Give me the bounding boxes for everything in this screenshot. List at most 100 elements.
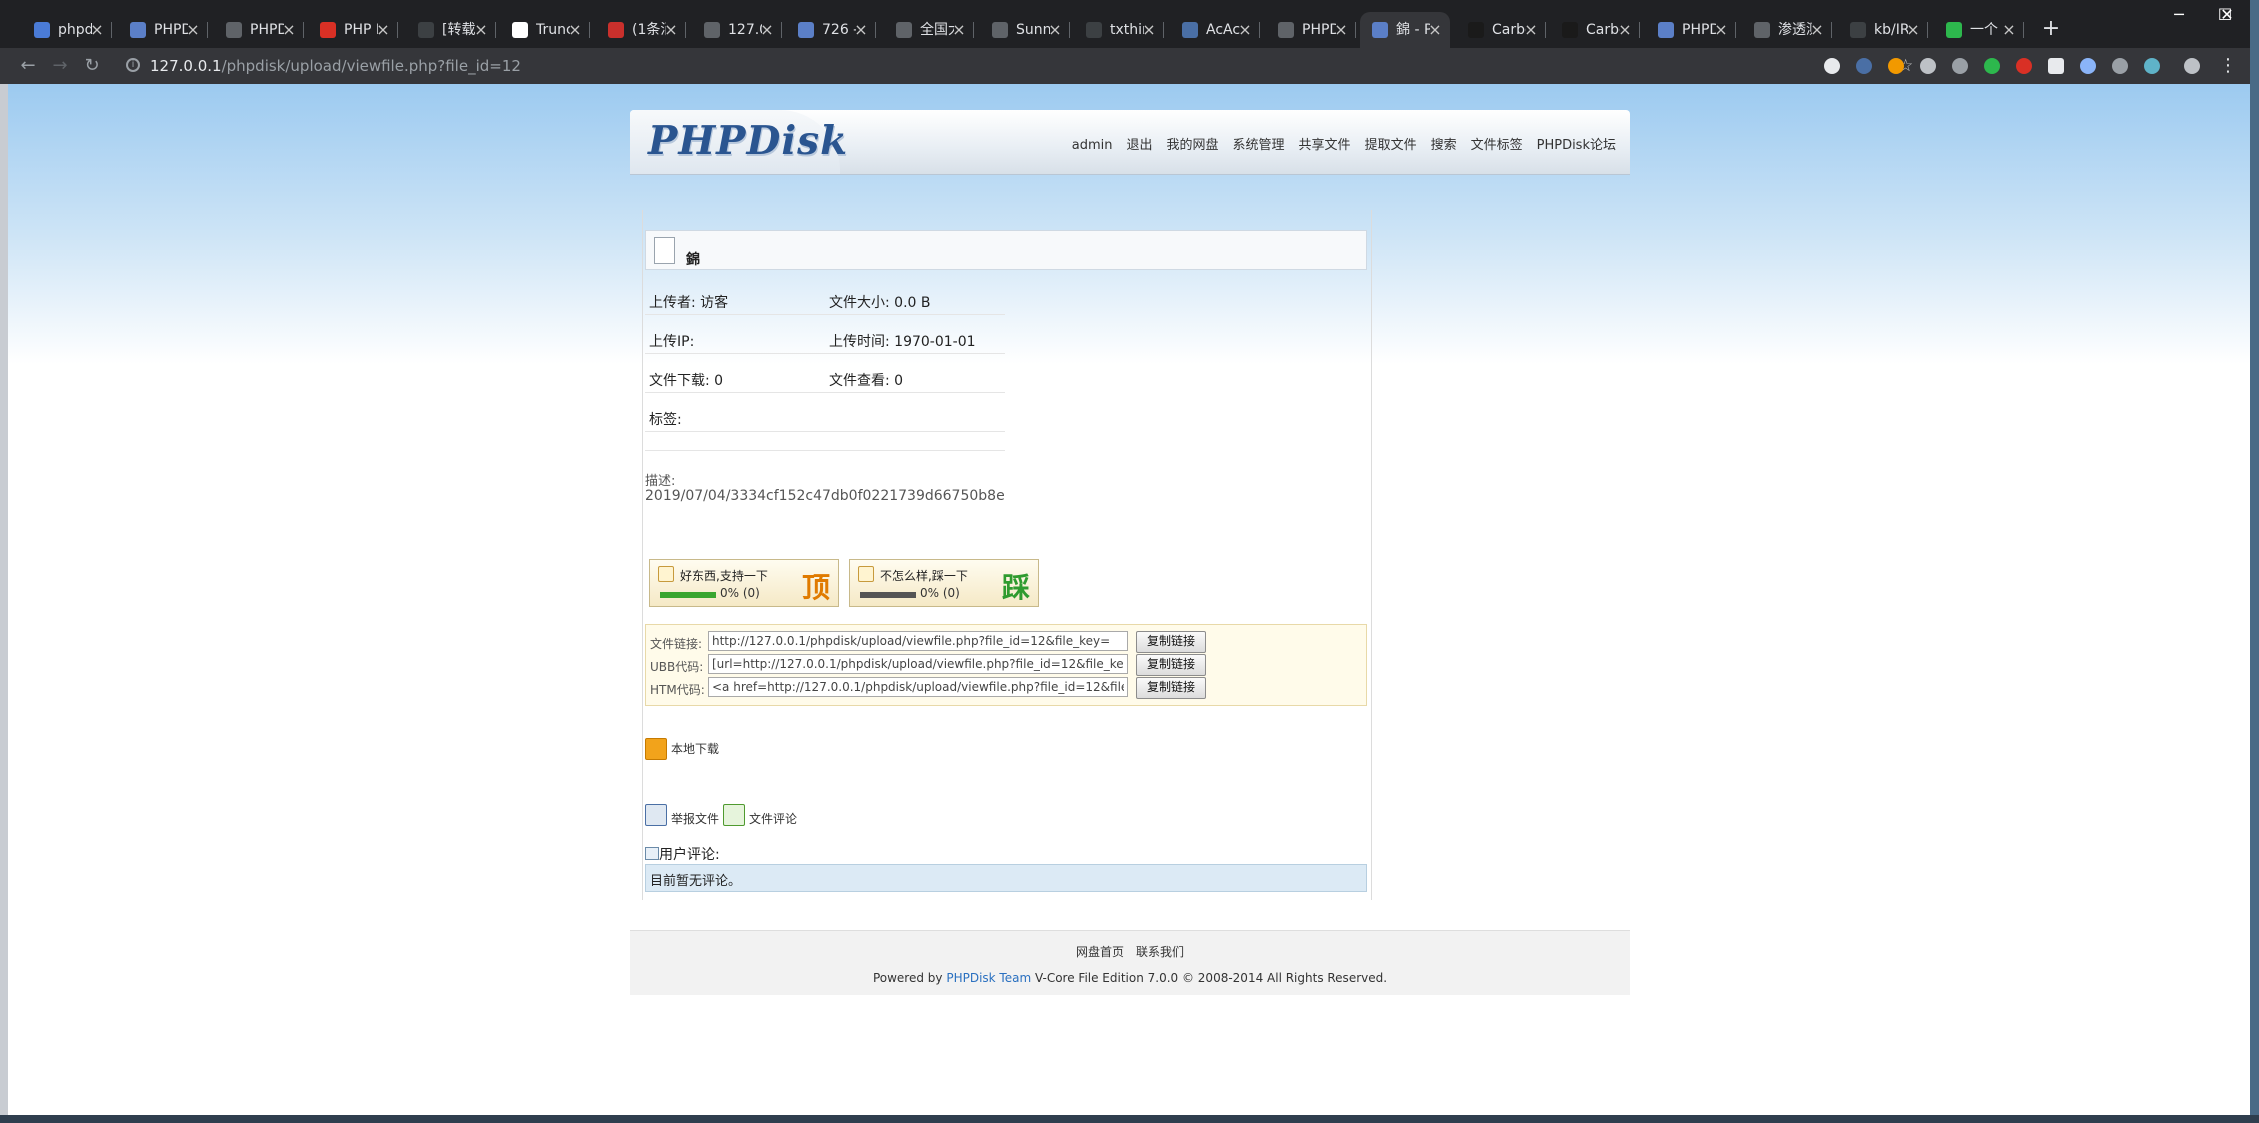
extension-icon[interactable] xyxy=(2080,58,2096,74)
description-label: 描述: xyxy=(645,474,676,489)
tab-separator xyxy=(1927,22,1928,38)
nav-extract-file[interactable]: 提取文件 xyxy=(1365,138,1417,153)
tab[interactable]: Carbo× xyxy=(1550,12,1640,48)
tab-close-icon[interactable]: × xyxy=(474,12,488,48)
tab[interactable]: 726 - × xyxy=(786,12,876,48)
tab[interactable]: PHPDisk× xyxy=(1266,12,1356,48)
tab-close-icon[interactable]: × xyxy=(186,12,200,48)
extension-icon[interactable] xyxy=(2016,58,2032,74)
tab[interactable]: AcAc × xyxy=(1170,12,1260,48)
nav-search[interactable]: 搜索 xyxy=(1431,138,1457,153)
tab-close-icon[interactable]: × xyxy=(568,12,582,48)
tab-close-icon[interactable]: × xyxy=(664,12,678,48)
phpdisk-team-link[interactable]: PHPDisk Team xyxy=(946,971,1031,985)
browser-toolbar: ← → ↻ i 127.0.0.1/phpdisk/upload/viewfil… xyxy=(0,48,2250,84)
nav-my-disk[interactable]: 我的网盘 xyxy=(1167,138,1219,153)
tab-close-icon[interactable]: × xyxy=(1906,12,1920,48)
tab-close-icon[interactable]: × xyxy=(760,12,774,48)
htm-code-input[interactable] xyxy=(708,677,1128,697)
extension-icon[interactable] xyxy=(2144,58,2160,74)
nav-forum[interactable]: PHPDisk论坛 xyxy=(1537,138,1616,153)
extension-icon[interactable] xyxy=(1856,58,1872,74)
footer-contact-link[interactable]: 联系我们 xyxy=(1136,945,1184,959)
local-download-link[interactable]: 本地下载 xyxy=(645,738,765,760)
site-logo[interactable]: PHPDisk xyxy=(648,118,848,164)
tab[interactable]: phpdisk× xyxy=(22,12,112,48)
nav-admin[interactable]: admin xyxy=(1072,138,1113,153)
tab[interactable]: 錦 - P × xyxy=(1360,12,1450,48)
vote-up-button[interactable]: 好东西,支持一下 0% (0) 顶 xyxy=(649,559,839,607)
comments-heading-text: 用户评论: xyxy=(659,847,720,863)
tab-close-icon[interactable]: × xyxy=(1714,12,1728,48)
tab[interactable]: 127.0× xyxy=(692,12,782,48)
report-file-link[interactable]: 举报文件 xyxy=(645,804,725,826)
extension-icon[interactable] xyxy=(2048,58,2064,74)
tab-close-icon[interactable]: × xyxy=(282,12,296,48)
vote-down-button[interactable]: 不怎么样,踩一下 0% (0) 踩 xyxy=(849,559,1039,607)
file-link-input[interactable] xyxy=(708,631,1128,651)
address-bar[interactable]: i 127.0.0.1/phpdisk/upload/viewfile.php?… xyxy=(116,52,1913,80)
tab-close-icon[interactable]: × xyxy=(1810,12,1824,48)
extension-icon[interactable] xyxy=(1824,58,1840,74)
tab-close-icon[interactable]: × xyxy=(2002,12,2016,48)
tab-close-icon[interactable]: × xyxy=(90,12,104,48)
nav-system-admin[interactable]: 系统管理 xyxy=(1233,138,1285,153)
tab[interactable]: PHPDisk× xyxy=(118,12,208,48)
tab-close-icon[interactable]: × xyxy=(952,12,966,48)
tab-close-icon[interactable]: × xyxy=(1142,12,1156,48)
info-icon[interactable]: i xyxy=(126,58,140,72)
forward-icon[interactable]: → xyxy=(48,54,72,78)
extension-icon[interactable] xyxy=(1888,58,1904,74)
extension-icon[interactable] xyxy=(1984,58,2000,74)
tab-close-icon[interactable]: × xyxy=(1428,12,1442,48)
copy-link-button[interactable]: 复制链接 xyxy=(1136,631,1206,653)
nav-logout[interactable]: 退出 xyxy=(1127,138,1153,153)
tab-close-icon[interactable]: × xyxy=(376,12,390,48)
tab[interactable]: kb/IR × xyxy=(1838,12,1928,48)
tab-separator xyxy=(1831,22,1832,38)
minimize-button[interactable]: ─ xyxy=(2156,0,2202,30)
tab-close-icon[interactable]: × xyxy=(854,12,868,48)
tab-separator xyxy=(111,22,112,38)
tab[interactable]: PHP Disk× xyxy=(308,12,398,48)
tab[interactable]: txthin× xyxy=(1074,12,1164,48)
new-tab-button[interactable]: + xyxy=(2036,12,2066,48)
file-comment-link[interactable]: 文件评论 xyxy=(723,804,813,826)
ubb-code-input[interactable] xyxy=(708,654,1128,674)
tab[interactable]: 渗透测× xyxy=(1742,12,1832,48)
tab[interactable]: [转载]× xyxy=(406,12,496,48)
tab[interactable]: 一个 × xyxy=(1934,12,2024,48)
copyright: Powered by PHPDisk Team V-Core File Edit… xyxy=(630,971,1630,985)
tab-close-icon[interactable]: × xyxy=(1238,12,1252,48)
nav-shared-files[interactable]: 共享文件 xyxy=(1299,138,1351,153)
menu-icon[interactable]: ⋮ xyxy=(2216,54,2240,78)
tab-separator xyxy=(1163,22,1164,38)
extension-icon[interactable] xyxy=(1952,58,1968,74)
tab-close-icon[interactable]: × xyxy=(1334,12,1348,48)
tab-title: [转载] xyxy=(442,22,476,38)
avatar[interactable] xyxy=(2184,58,2200,74)
back-icon[interactable]: ← xyxy=(16,54,40,78)
description-text: 2019/07/04/3334cf152c47db0f0221739d66750… xyxy=(645,488,1005,504)
nav-file-tags[interactable]: 文件标签 xyxy=(1471,138,1523,153)
copy-ubb-button[interactable]: 复制链接 xyxy=(1136,654,1206,676)
uploader: 上传者: 访客 xyxy=(649,295,729,311)
tab[interactable]: Sunn × xyxy=(980,12,1070,48)
extension-icon[interactable] xyxy=(1920,58,1936,74)
tab-close-icon[interactable]: × xyxy=(1618,12,1632,48)
window-close-button[interactable]: ✕ xyxy=(2204,0,2250,30)
tab-close-icon[interactable]: × xyxy=(1524,12,1538,48)
extension-icon[interactable] xyxy=(2112,58,2128,74)
copy-htm-button[interactable]: 复制链接 xyxy=(1136,677,1206,699)
tab[interactable]: 全国大× xyxy=(884,12,974,48)
reload-icon[interactable]: ↻ xyxy=(80,54,104,78)
tab[interactable]: PHPDisk× xyxy=(214,12,304,48)
tab-close-icon[interactable]: × xyxy=(1048,12,1062,48)
tab[interactable]: Carbo× xyxy=(1456,12,1546,48)
tab[interactable]: PHPDisk× xyxy=(1646,12,1736,48)
footer-home-link[interactable]: 网盘首页 xyxy=(1076,945,1124,959)
link-row: HTM代码: 复制链接 xyxy=(646,677,1366,699)
url-text[interactable]: 127.0.0.1/phpdisk/upload/viewfile.php?fi… xyxy=(150,52,521,80)
tab[interactable]: Trunc × xyxy=(500,12,590,48)
tab[interactable]: (1条消× xyxy=(596,12,686,48)
